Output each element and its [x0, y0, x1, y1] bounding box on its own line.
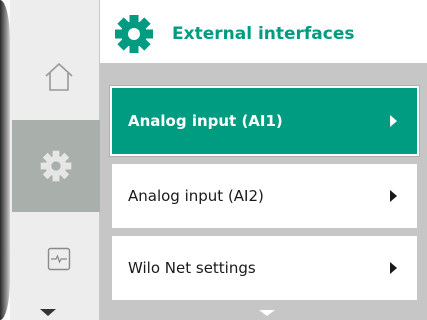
- menu-item-wilo-net-settings[interactable]: Wilo Net settings: [112, 236, 417, 300]
- sidebar-scroll-down-icon[interactable]: [40, 309, 56, 316]
- header: External interfaces: [100, 0, 427, 63]
- menu-item-label: Wilo Net settings: [128, 259, 256, 277]
- gear-icon: [115, 15, 153, 53]
- sidebar: [0, 0, 100, 320]
- sidebar-dial-edge: [0, 0, 10, 320]
- menu-item-label: Analog input (AI1): [128, 112, 283, 130]
- gear-icon: [40, 150, 72, 182]
- home-icon: [45, 63, 73, 91]
- menu-item-label: Analog input (AI2): [128, 187, 264, 205]
- sidebar-item-monitor[interactable]: [18, 215, 100, 303]
- chevron-right-icon: [390, 262, 397, 274]
- menu-item-analog-input-ai2[interactable]: Analog input (AI2): [112, 164, 417, 228]
- page-title: External interfaces: [172, 24, 355, 44]
- sidebar-item-home[interactable]: [18, 38, 100, 116]
- menu-list: Analog input (AI1) Analog input (AI2) Wi…: [100, 63, 427, 320]
- menu-item-analog-input-ai1[interactable]: Analog input (AI1): [112, 88, 417, 154]
- scroll-down-icon[interactable]: [259, 310, 275, 316]
- chevron-right-icon: [390, 115, 397, 127]
- pulse-monitor-icon: [47, 247, 71, 271]
- chevron-right-icon: [390, 190, 397, 202]
- sidebar-item-settings[interactable]: [12, 120, 100, 212]
